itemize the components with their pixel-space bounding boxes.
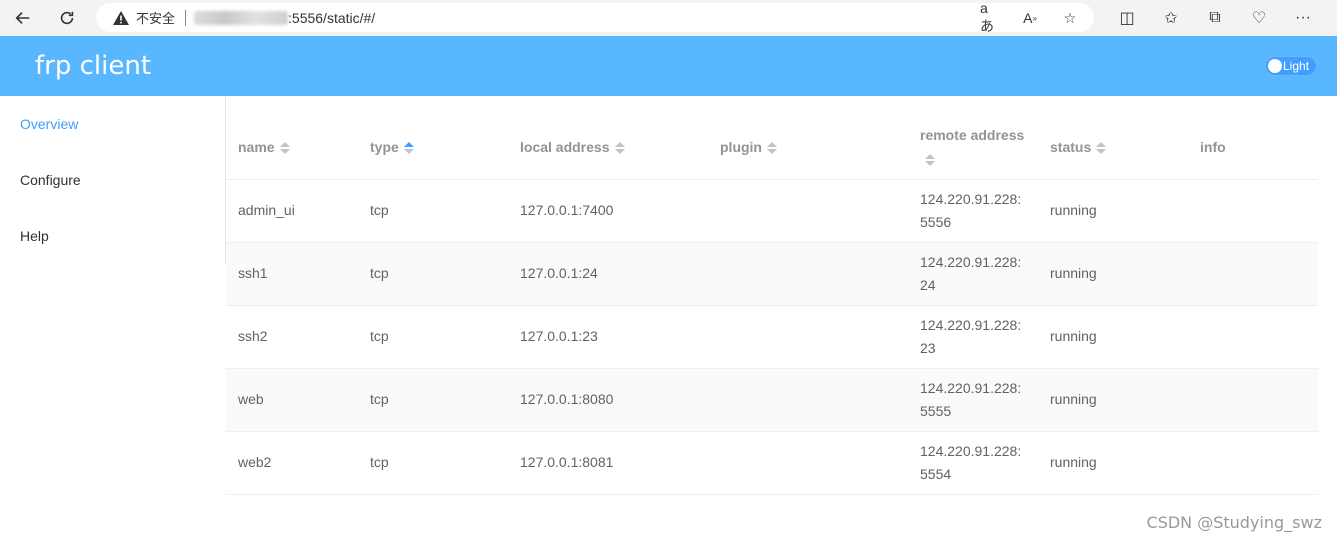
cell-info [1188, 368, 1318, 432]
header-label: info [1200, 138, 1226, 155]
cell-name: admin_ui [226, 179, 358, 243]
app-header: frp client Light [0, 36, 1337, 96]
cell-status: running [1038, 242, 1188, 306]
cell-name: ssh2 [226, 305, 358, 369]
cell-plugin [708, 368, 908, 432]
url-path: :5556/static/#/ [288, 9, 376, 26]
cell-info [1188, 242, 1318, 306]
table-row: admin_ui tcp 127.0.0.1:7400 124.220.91.228:… [226, 179, 1318, 243]
sort-icon[interactable] [925, 153, 935, 166]
cell-local: 127.0.0.1:7400 [508, 179, 708, 243]
split-screen-icon[interactable]: ◫ [1110, 3, 1144, 33]
favorite-star-icon[interactable]: ☆ [1060, 8, 1080, 28]
sort-icon[interactable] [767, 142, 777, 155]
sidebar-item-help[interactable]: Help [0, 208, 225, 264]
cell-remote: 124.220.91.228:5554 [908, 431, 1038, 495]
cell-type: tcp [358, 305, 508, 369]
cell-local: 127.0.0.1:24 [508, 242, 708, 306]
column-header-type[interactable]: type [358, 116, 508, 180]
translate-icon[interactable]: aあ [980, 0, 1000, 34]
cell-plugin [708, 242, 908, 306]
cell-type: tcp [358, 242, 508, 306]
header-label: name [238, 138, 275, 155]
column-header-name[interactable]: name [226, 116, 358, 180]
refresh-icon[interactable] [50, 3, 84, 33]
toggle-knob [1268, 59, 1282, 73]
table-header-row: name type local address plugin remote ad… [226, 116, 1318, 180]
sort-icon[interactable] [279, 142, 290, 155]
sidebar-menu: Overview Configure Help [0, 96, 226, 264]
sort-icon[interactable] [403, 142, 414, 155]
browser-essentials-icon[interactable]: ♡ [1242, 3, 1276, 33]
table-row: ssh2 tcp 127.0.0.1:23 124.220.91.228:23 runn… [226, 305, 1318, 369]
cell-status: running [1038, 368, 1188, 432]
cell-plugin [708, 431, 908, 495]
sidebar-item-configure[interactable]: Configure [0, 152, 225, 208]
app-title: frp client [35, 51, 152, 81]
cell-info [1188, 431, 1318, 495]
insecure-label: 不安全 [136, 12, 176, 27]
column-header-remote-address[interactable]: remote address [908, 116, 1038, 180]
watermark: CSDN @Studying_swz [1146, 513, 1322, 532]
cell-name: web2 [226, 431, 358, 495]
table-row: ssh1 tcp 127.0.0.1:24 124.220.91.228:24 runn… [226, 242, 1318, 306]
read-aloud-icon[interactable]: A» [1020, 8, 1040, 28]
sidebar-item-overview[interactable]: Overview [0, 96, 225, 152]
table-row: web2 tcp 127.0.0.1:8081 124.220.91.228:5554… [226, 431, 1318, 495]
cell-type: tcp [358, 179, 508, 243]
more-menu-icon[interactable]: ··· [1286, 3, 1320, 33]
cell-status: running [1038, 179, 1188, 243]
cell-local: 127.0.0.1:8081 [508, 431, 708, 495]
column-header-status[interactable]: status [1038, 116, 1188, 180]
warning-icon [113, 10, 129, 25]
header-label: plugin [720, 138, 762, 155]
divider [185, 9, 187, 26]
cell-local: 127.0.0.1:23 [508, 305, 708, 369]
proxy-table: name type local address plugin remote ad… [226, 116, 1318, 495]
cell-name: ssh1 [226, 242, 358, 306]
cell-remote: 124.220.91.228:5555 [908, 368, 1038, 432]
cell-status: running [1038, 305, 1188, 369]
cell-status: running [1038, 431, 1188, 495]
cell-type: tcp [358, 368, 508, 432]
collections-icon[interactable]: ⧉ [1198, 3, 1232, 33]
column-header-info: info [1188, 116, 1318, 180]
cell-local: 127.0.0.1:8080 [508, 368, 708, 432]
header-label: remote address [920, 127, 1025, 144]
favorites-icon[interactable]: ✩ [1154, 3, 1188, 33]
cell-remote: 124.220.91.228:24 [908, 242, 1038, 306]
sort-icon[interactable] [614, 142, 625, 155]
theme-toggle-label: Light [1283, 59, 1310, 73]
cell-remote: 124.220.91.228:23 [908, 305, 1038, 369]
address-bar[interactable]: 不安全 :5556/static/#/ aあ A» ☆ [96, 0, 1094, 34]
header-label: local address [520, 138, 610, 155]
cell-plugin [708, 179, 908, 243]
header-label: status [1050, 138, 1092, 155]
sort-icon[interactable] [1096, 142, 1107, 155]
column-header-plugin[interactable]: plugin [708, 116, 908, 180]
column-header-local-address[interactable]: local address [508, 116, 708, 180]
header-label: type [370, 138, 399, 155]
cell-type: tcp [358, 431, 508, 495]
cell-name: web [226, 368, 358, 432]
cell-info [1188, 305, 1318, 369]
cell-plugin [708, 305, 908, 369]
cell-info [1188, 179, 1318, 243]
blurred-host [194, 10, 289, 25]
cell-remote: 124.220.91.228:5556 [908, 179, 1038, 243]
back-icon[interactable] [6, 3, 40, 33]
table-row: web tcp 127.0.0.1:8080 124.220.91.228:5555 r… [226, 368, 1318, 432]
theme-toggle[interactable]: Light [1265, 56, 1317, 76]
browser-toolbar: 不安全 :5556/static/#/ aあ A» ☆ ◫ ✩ ⧉ ♡ ··· [0, 0, 1337, 36]
